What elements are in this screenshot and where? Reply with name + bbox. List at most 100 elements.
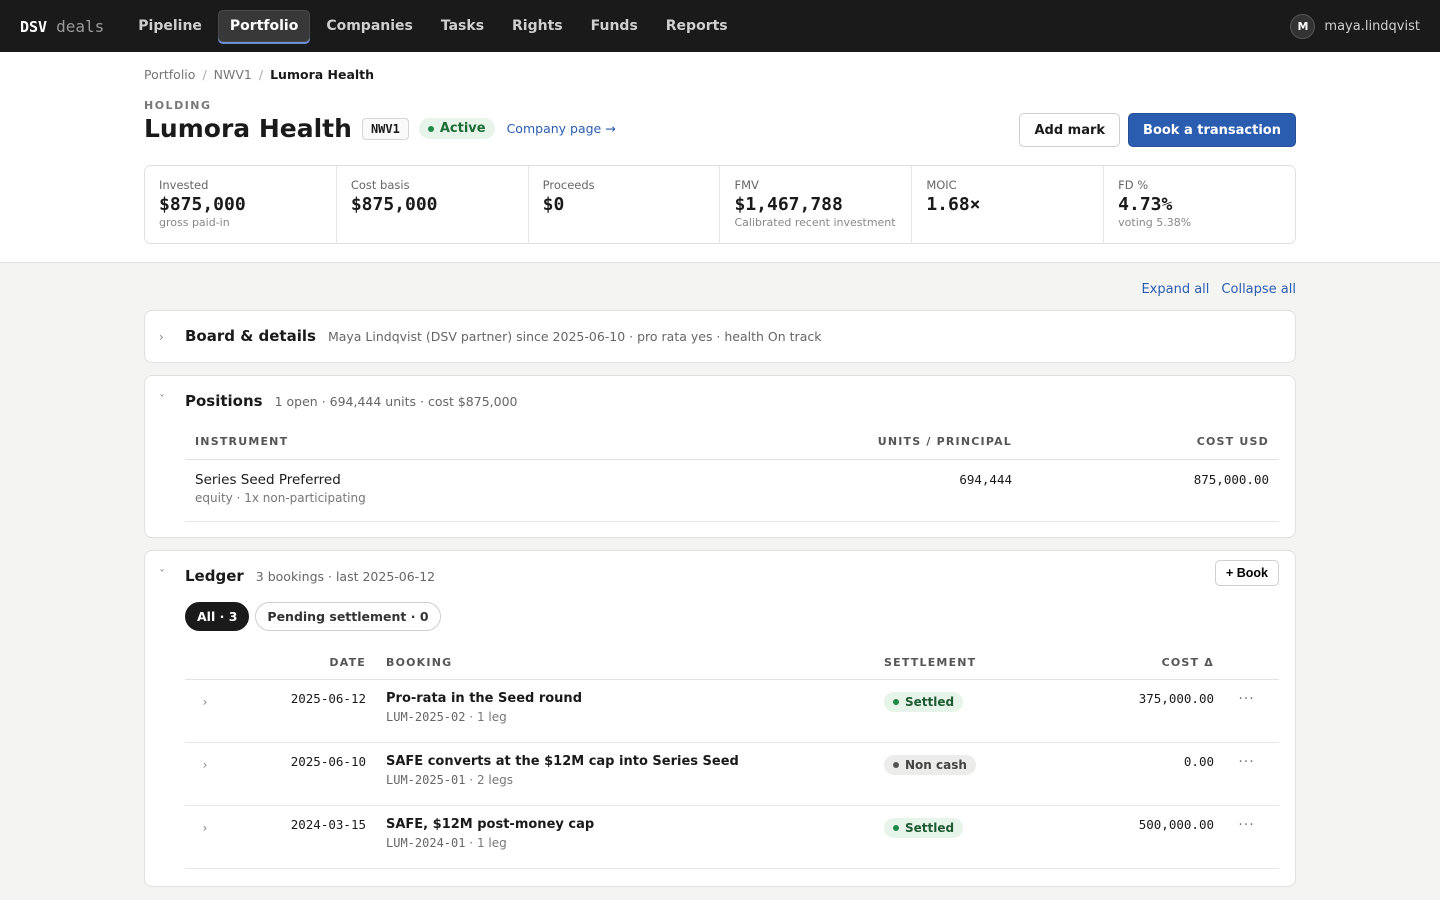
expand-all-link[interactable]: Expand all bbox=[1141, 282, 1209, 297]
ledger-header[interactable]: Ledger 3 bookings · last 2025-06-12 bbox=[185, 567, 435, 585]
kpi-sub: gross paid-in bbox=[159, 216, 230, 229]
kpi-label: FD % bbox=[1118, 178, 1149, 192]
kpi-fmv: FMV $1,467,788 Calibrated recent investm… bbox=[720, 166, 913, 243]
add-booking-button[interactable]: + Book bbox=[1214, 560, 1279, 586]
panel-meta: 1 open · 694,444 units · cost $875,000 bbox=[274, 394, 518, 409]
table-row[interactable]: › 2025-06-10 SAFE converts at the $12M c… bbox=[185, 743, 1279, 806]
kpi-proceeds: Proceeds $0 bbox=[529, 166, 721, 243]
header-actions: Add mark Book a transaction bbox=[1019, 113, 1296, 147]
user-name: maya.lindqvist bbox=[1324, 18, 1420, 34]
table-row[interactable]: › 2024-03-15 SAFE, $12M post-money cap L… bbox=[185, 806, 1279, 869]
status-dot-icon bbox=[893, 762, 899, 768]
more-options-icon[interactable]: ··· bbox=[1214, 754, 1279, 805]
booking-date: 2024-03-15 bbox=[290, 817, 366, 832]
booking-ref: LUM-2025-01 bbox=[386, 773, 466, 787]
column-header-cost-delta[interactable]: COST Δ bbox=[1044, 656, 1214, 669]
cost-delta-cell: 375,000.00 bbox=[1138, 691, 1214, 706]
column-header-instrument[interactable]: INSTRUMENT bbox=[195, 435, 752, 448]
kpi-value: $875,000 bbox=[350, 194, 438, 215]
positions-header[interactable]: Positions 1 open · 694,444 units · cost … bbox=[185, 392, 518, 410]
panel-meta: 3 bookings · last 2025-06-12 bbox=[255, 569, 436, 584]
chevron-down-icon[interactable]: ˇ bbox=[159, 393, 165, 407]
column-header-cost[interactable]: COST USD bbox=[1012, 435, 1269, 448]
breadcrumb-separator: / bbox=[202, 67, 207, 82]
status-dot-icon bbox=[893, 825, 899, 831]
instrument-cell: Series Seed Preferred equity · 1x non-pa… bbox=[195, 472, 752, 509]
panel-title: Positions bbox=[185, 392, 263, 410]
booking-ref: LUM-2024-01 bbox=[386, 836, 466, 850]
nav-funds[interactable]: Funds bbox=[579, 10, 650, 42]
booking-cell: Pro-rata in the Seed round LUM-2025-02 ·… bbox=[366, 691, 884, 742]
table-row[interactable]: › 2025-06-12 Pro-rata in the Seed round … bbox=[185, 680, 1279, 743]
breadcrumb-fund[interactable]: NWV1 bbox=[214, 67, 252, 82]
add-mark-button[interactable]: Add mark bbox=[1019, 113, 1121, 147]
brand-logo[interactable]: DSV deals bbox=[20, 17, 104, 36]
collapse-all-link[interactable]: Collapse all bbox=[1221, 282, 1296, 297]
booking-sub: LUM-2025-02 · 1 leg bbox=[386, 710, 507, 724]
column-header-booking[interactable]: BOOKING bbox=[366, 656, 884, 669]
booking-date: 2025-06-12 bbox=[290, 691, 366, 706]
breadcrumb-separator: / bbox=[258, 67, 264, 82]
board-details-panel: › Board & details Maya Lindqvist (DSV pa… bbox=[144, 310, 1296, 363]
status-label: Active bbox=[439, 121, 486, 136]
booking-legs: 1 leg bbox=[476, 710, 507, 724]
positions-panel: ˇ Positions 1 open · 694,444 units · cos… bbox=[144, 375, 1296, 538]
chevron-down-icon[interactable]: ˇ bbox=[159, 568, 165, 582]
book-transaction-button[interactable]: Book a transaction bbox=[1128, 113, 1296, 147]
filter-pending-settlement[interactable]: Pending settlement · 0 bbox=[255, 602, 441, 631]
nav-companies[interactable]: Companies bbox=[314, 10, 425, 42]
column-header-units[interactable]: UNITS / PRINCIPAL bbox=[752, 435, 1012, 448]
brand-primary: DSV bbox=[20, 17, 48, 36]
chevron-right-icon[interactable]: › bbox=[159, 330, 164, 344]
breadcrumb-portfolio[interactable]: Portfolio bbox=[144, 67, 195, 82]
company-page-link[interactable]: Company page → bbox=[507, 121, 616, 136]
chevron-right-icon[interactable]: › bbox=[185, 817, 225, 868]
kpi-label: Cost basis bbox=[350, 178, 410, 192]
more-options-icon[interactable]: ··· bbox=[1214, 817, 1279, 868]
status-dot-icon bbox=[427, 125, 434, 132]
settlement-cell: Non cash bbox=[884, 754, 1044, 805]
holding-header: Portfolio / NWV1 / Lumora Health HOLDING… bbox=[0, 52, 1440, 263]
kpi-cost-basis: Cost basis $875,000 bbox=[337, 166, 529, 243]
panel-meta: Maya Lindqvist (DSV partner) since 2025-… bbox=[327, 329, 822, 344]
status-dot-icon bbox=[893, 699, 899, 705]
booking-sub: LUM-2025-01 · 2 legs bbox=[386, 773, 513, 787]
booking-ref: LUM-2025-02 bbox=[386, 710, 466, 724]
board-details-header[interactable]: Board & details Maya Lindqvist (DSV part… bbox=[185, 327, 821, 345]
nav-portfolio[interactable]: Portfolio bbox=[217, 10, 311, 42]
chevron-right-icon[interactable]: › bbox=[185, 754, 225, 805]
settlement-label: Settled bbox=[905, 695, 955, 709]
kpi-value: 4.73% bbox=[1118, 194, 1173, 215]
chevron-right-icon[interactable]: › bbox=[185, 691, 225, 742]
breadcrumb: Portfolio / NWV1 / Lumora Health bbox=[144, 67, 374, 82]
column-header-settlement[interactable]: SETTLEMENT bbox=[884, 656, 1044, 669]
cost-cell: 875,000.00 bbox=[1193, 472, 1269, 487]
positions-table: INSTRUMENT UNITS / PRINCIPAL COST USD Se… bbox=[185, 424, 1279, 522]
avatar: M bbox=[1290, 13, 1316, 39]
kpi-moic: MOIC 1.68× bbox=[912, 166, 1105, 243]
table-header: INSTRUMENT UNITS / PRINCIPAL COST USD bbox=[185, 424, 1279, 460]
nav-rights[interactable]: Rights bbox=[500, 10, 575, 42]
status-badge: Active bbox=[418, 118, 495, 139]
nav-reports[interactable]: Reports bbox=[654, 10, 740, 42]
booking-legs: 2 legs bbox=[476, 773, 513, 787]
filter-all[interactable]: All · 3 bbox=[185, 602, 250, 631]
user-menu[interactable]: M maya.lindqvist bbox=[1290, 13, 1420, 39]
ledger-table: DATE BOOKING SETTLEMENT COST Δ › 2025-06… bbox=[185, 645, 1279, 869]
status-badge: Settled bbox=[884, 692, 964, 712]
cost-delta-cell: 0.00 bbox=[1183, 754, 1214, 769]
kpi-invested: Invested $875,000 gross paid-in bbox=[145, 166, 337, 243]
booking-cell: SAFE, $12M post-money cap LUM-2024-01 · … bbox=[366, 817, 884, 868]
kpi-sub: Calibrated recent investment bbox=[734, 216, 896, 229]
settlement-cell: Settled bbox=[884, 817, 1044, 868]
brand-secondary: deals bbox=[56, 16, 105, 36]
nav-pipeline[interactable]: Pipeline bbox=[126, 10, 214, 42]
table-row[interactable]: Series Seed Preferred equity · 1x non-pa… bbox=[185, 460, 1279, 522]
kpi-sub: voting 5.38% bbox=[1118, 216, 1192, 229]
nav-tasks[interactable]: Tasks bbox=[429, 10, 496, 42]
page-eyebrow: HOLDING bbox=[144, 99, 212, 112]
column-header-date[interactable]: DATE bbox=[225, 656, 366, 669]
more-options-icon[interactable]: ··· bbox=[1214, 691, 1279, 742]
status-badge: Non cash bbox=[884, 755, 976, 775]
